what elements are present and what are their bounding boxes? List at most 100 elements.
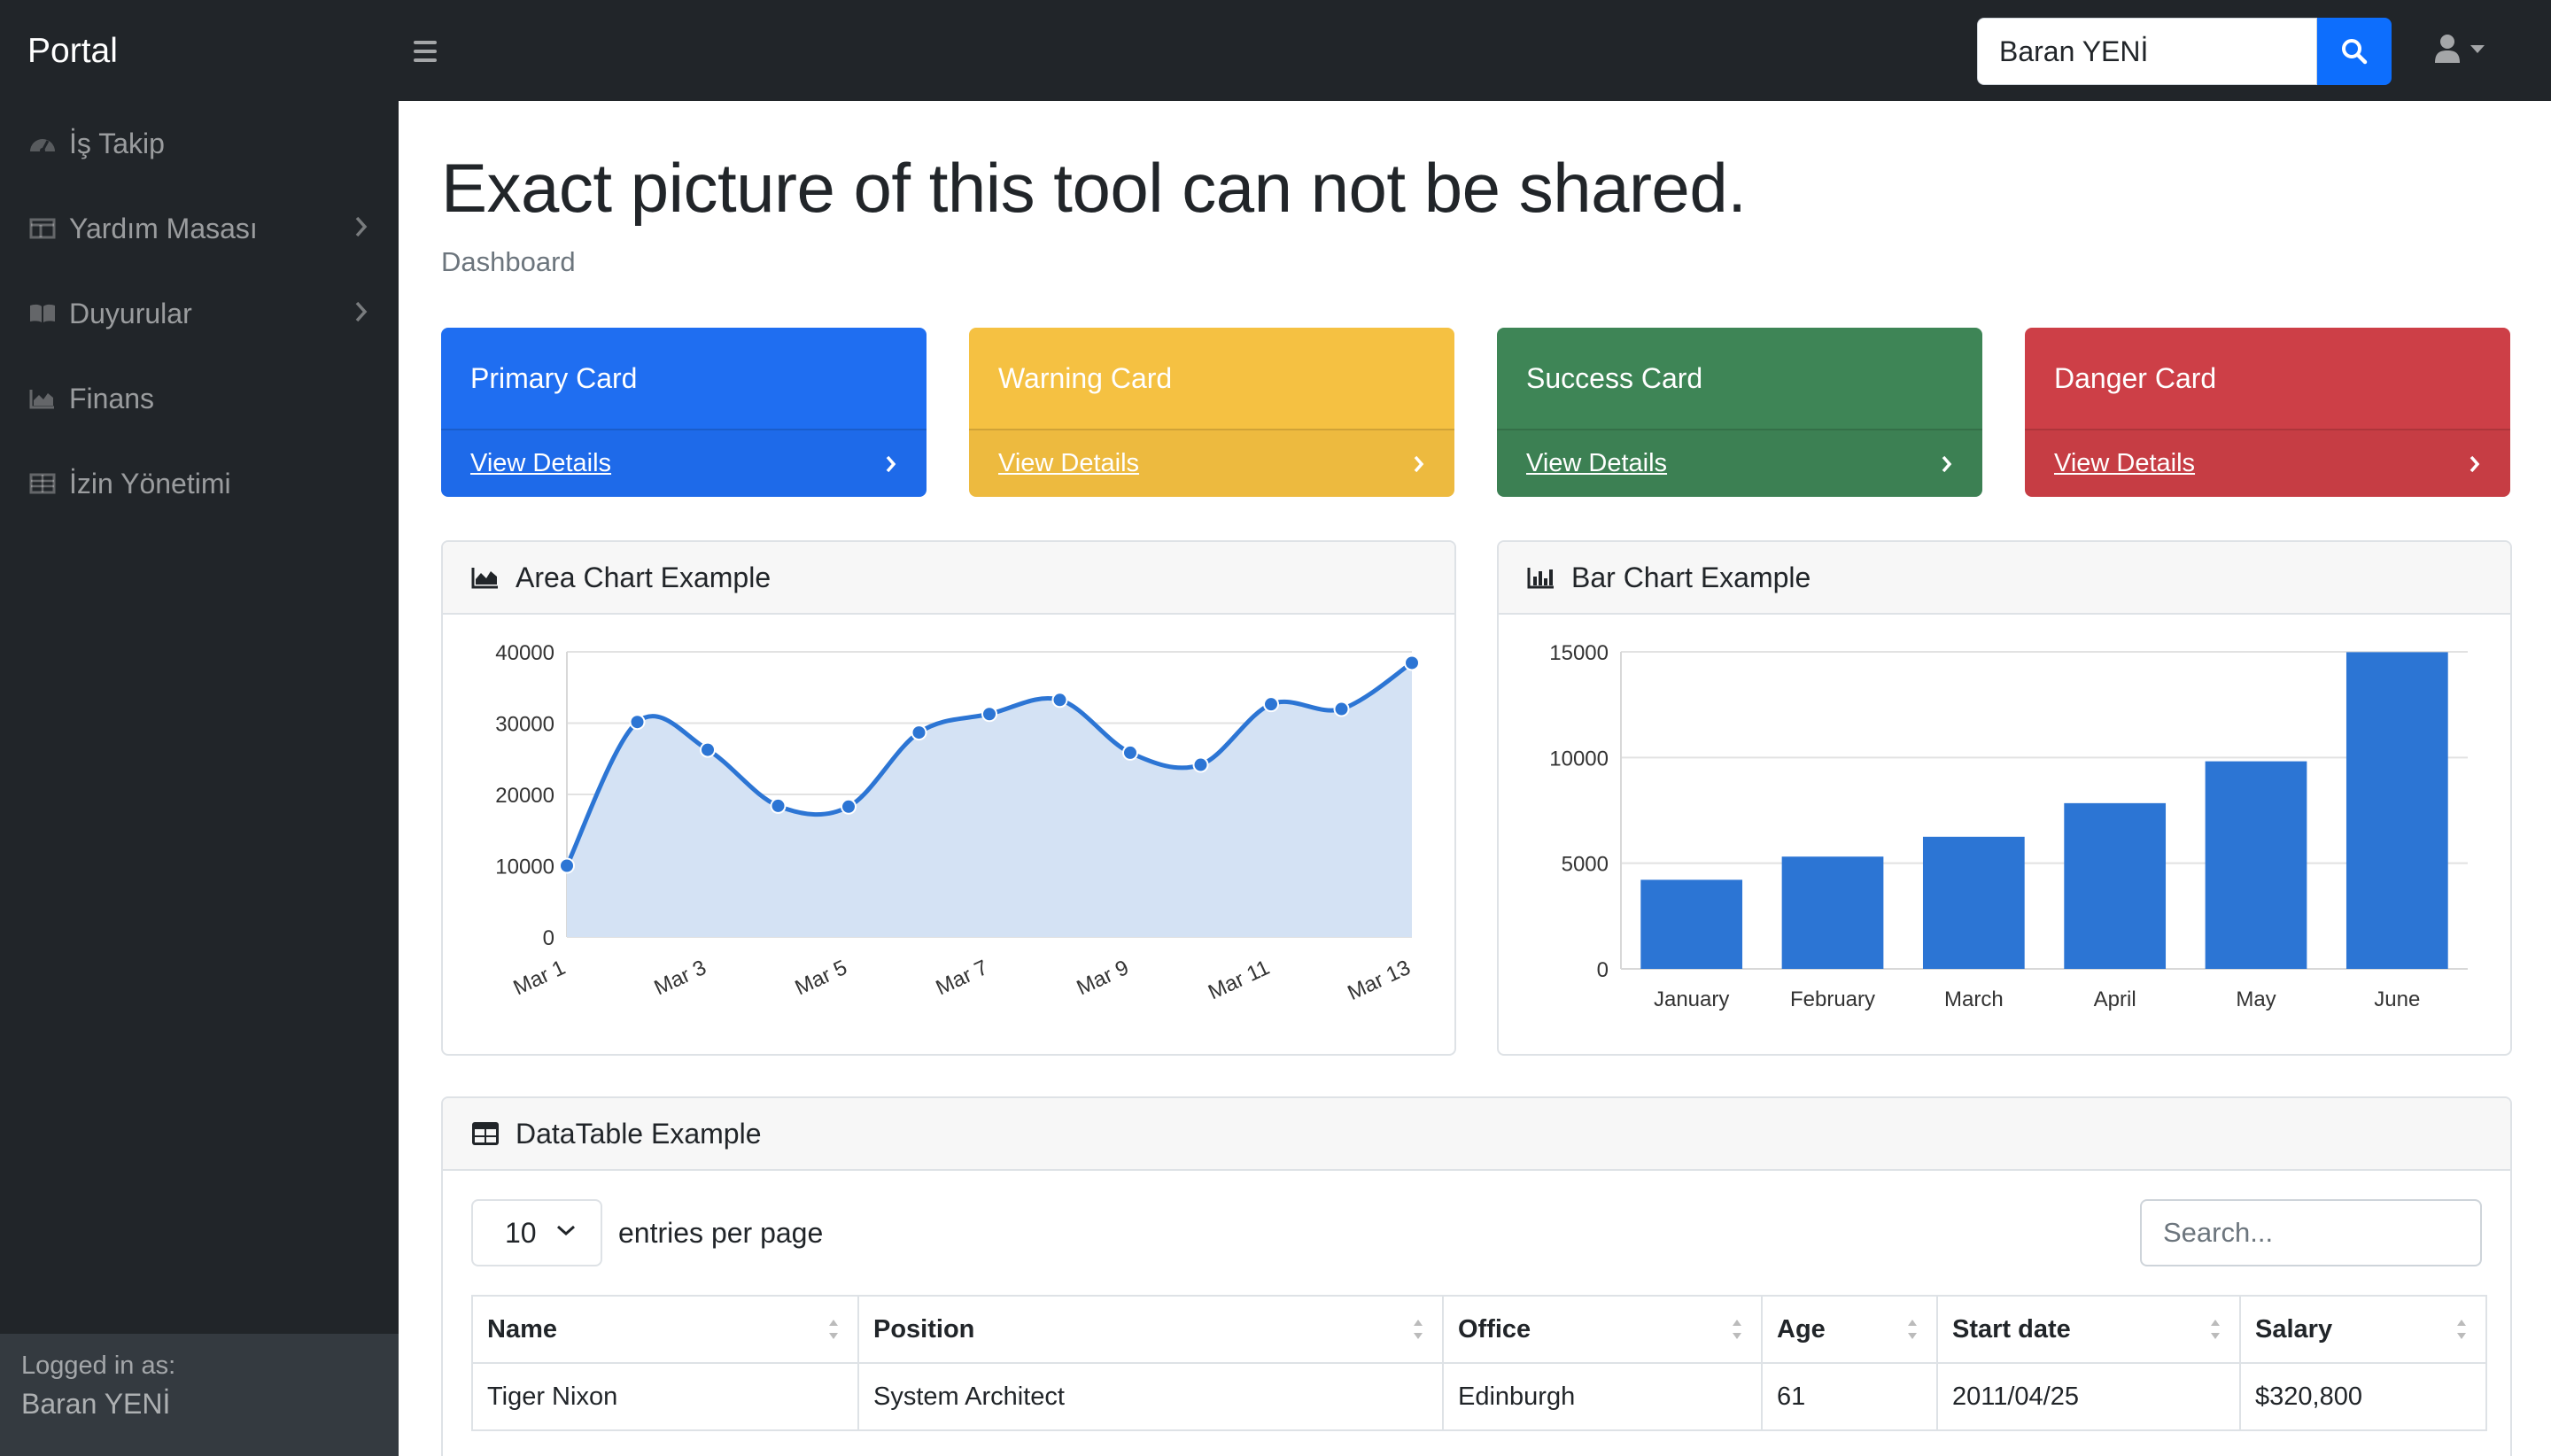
panel-title: Area Chart Example	[516, 561, 772, 593]
chevron-right-icon	[355, 216, 368, 237]
sidebar-item-label: Yardım Masası	[69, 212, 258, 244]
chart-bar-icon	[1527, 564, 1557, 591]
sort-icon	[829, 1320, 838, 1339]
y-tick-label: 0	[1597, 958, 1609, 982]
x-tick-label: Mar 1	[510, 956, 570, 1000]
success-card: Success Card View Details	[1497, 328, 1982, 497]
chevron-right-icon	[355, 301, 368, 322]
data-point	[559, 857, 575, 874]
x-tick-label: April	[2094, 987, 2136, 1011]
sidebar-item-label: Finans	[69, 382, 155, 414]
sort-icon	[2457, 1320, 2466, 1339]
column-header-salary[interactable]: Salary	[2239, 1295, 2487, 1364]
breadcrumb: Dashboard	[441, 246, 576, 277]
panel-header: DataTable Example	[443, 1098, 2510, 1171]
view-details-link[interactable]: View Details	[2054, 449, 2195, 478]
chevron-right-icon[interactable]	[885, 454, 897, 474]
bar	[1922, 836, 2025, 969]
warning-card: Warning Card View Details	[969, 328, 1454, 497]
user-icon	[2435, 35, 2460, 63]
top-navbar: Portal	[0, 0, 2551, 101]
y-tick-label: 0	[543, 926, 554, 950]
data-point	[841, 798, 857, 815]
x-tick-label: Mar 11	[1205, 956, 1274, 1004]
x-tick-label: Mar 13	[1344, 956, 1414, 1005]
bar-chart: 0 5000 10000 15000 January February March April…	[1549, 641, 2468, 1011]
data-point	[1192, 756, 1209, 773]
y-tick-label: 30000	[495, 713, 554, 737]
bar	[1640, 879, 1743, 969]
entries-select-value: 10	[505, 1216, 537, 1249]
chart-area-icon	[471, 564, 501, 591]
card-title: Danger Card	[2054, 361, 2217, 394]
primary-card: Primary Card View Details	[441, 328, 927, 497]
sidebar-item-duyurular[interactable]: Duyurular	[0, 278, 399, 349]
entries-per-page-select[interactable]: 10	[471, 1199, 602, 1266]
datatable-controls: 10 entries per page	[471, 1199, 823, 1266]
card-title: Success Card	[1526, 361, 1703, 394]
bar	[2205, 761, 2307, 969]
data-point	[1404, 654, 1420, 671]
chevron-right-icon[interactable]	[1941, 454, 1953, 474]
sidebar-item-label: İzin Yönetimi	[69, 467, 231, 500]
logged-in-user: Baran YENİ	[21, 1388, 171, 1420]
book-open-icon	[28, 299, 57, 328]
x-tick-label: February	[1790, 987, 1875, 1011]
data-point	[981, 706, 997, 723]
main-content: Exact picture of this tool can not be sh…	[399, 101, 2551, 1456]
data-point	[700, 741, 716, 758]
column-header-age[interactable]: Age	[1761, 1295, 1938, 1364]
y-tick-label: 5000	[1562, 853, 1609, 877]
x-tick-label: Mar 5	[792, 956, 851, 1000]
table-cell: 2011/04/25	[1936, 1362, 2241, 1431]
column-header-name[interactable]: Name	[471, 1295, 859, 1364]
panel-title: DataTable Example	[516, 1117, 762, 1150]
top-search-button[interactable]	[2317, 18, 2392, 85]
panel-header: Bar Chart Example	[1499, 542, 2510, 615]
chart-area-icon	[28, 384, 57, 413]
user-menu-dropdown[interactable]	[2434, 34, 2485, 64]
sidebar-item-izin-yonetimi[interactable]: İzin Yönetimi	[0, 448, 399, 519]
chevron-right-icon[interactable]	[2469, 454, 2481, 474]
column-header-office[interactable]: Office	[1442, 1295, 1763, 1364]
sort-icon	[1414, 1320, 1423, 1339]
top-search-input[interactable]	[1977, 18, 2317, 85]
sort-icon	[2211, 1320, 2220, 1339]
x-tick-label: January	[1654, 987, 1729, 1011]
datatable-search-input[interactable]	[2140, 1199, 2482, 1266]
hamburger-icon	[414, 41, 437, 44]
brand-logo[interactable]: Portal	[27, 27, 118, 76]
table-cell: 61	[1761, 1362, 1938, 1431]
sidebar-item-finans[interactable]: Finans	[0, 363, 399, 434]
x-tick-label: Mar 7	[933, 956, 992, 1000]
sort-icon	[1733, 1320, 1741, 1339]
logged-in-label: Logged in as:	[21, 1351, 176, 1380]
sidebar-item-is-takip[interactable]: İş Takip	[0, 108, 399, 179]
area-chart: 0 10000 20000 30000 40000 Mar 1 Mar 3 Mar 5 Mar …	[495, 641, 1420, 1005]
gauge-icon	[28, 129, 57, 158]
table-row: Tiger Nixon System Architect Edinburgh 6…	[471, 1362, 2487, 1431]
table-cell: System Architect	[857, 1362, 1444, 1431]
view-details-link[interactable]: View Details	[1526, 449, 1667, 478]
x-tick-label: May	[2236, 987, 2276, 1011]
bar	[2346, 652, 2448, 969]
sort-icon	[1908, 1320, 1917, 1339]
y-tick-label: 15000	[1549, 641, 1609, 665]
chevron-right-icon[interactable]	[1413, 454, 1425, 474]
data-point	[1263, 696, 1279, 713]
column-header-start-date[interactable]: Start date	[1936, 1295, 2241, 1364]
sidebar-toggle-button[interactable]	[409, 35, 441, 67]
column-header-position[interactable]: Position	[857, 1295, 1444, 1364]
y-tick-label: 10000	[495, 856, 554, 879]
bar	[2064, 802, 2167, 969]
y-tick-label: 10000	[1549, 747, 1609, 771]
datatable-panel: DataTable Example 10 entries per page Na…	[441, 1096, 2512, 1456]
columns-icon	[28, 214, 57, 243]
top-search	[1977, 18, 2392, 85]
view-details-link[interactable]: View Details	[998, 449, 1139, 478]
sidebar-item-yardim-masasi[interactable]: Yardım Masası	[0, 193, 399, 264]
table-icon	[28, 469, 57, 498]
chevron-down-icon	[557, 1225, 575, 1236]
x-tick-label: Mar 3	[651, 956, 710, 1000]
view-details-link[interactable]: View Details	[470, 449, 611, 478]
